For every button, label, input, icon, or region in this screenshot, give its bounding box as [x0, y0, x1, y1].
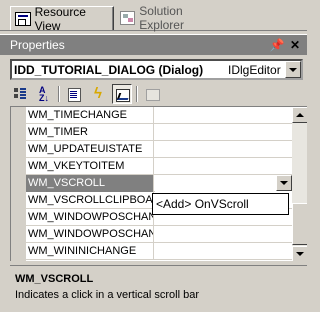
properties-panel-header: Properties 📌 ✕: [0, 34, 307, 55]
alphabetical-icon[interactable]: A Z↓: [34, 84, 54, 104]
scroll-up-button[interactable]: [292, 107, 307, 123]
properties-icon[interactable]: [64, 84, 84, 104]
value-dropdown-button[interactable]: [276, 175, 292, 191]
grid-row[interactable]: WM_WINDOWPOSCHANGING: [26, 226, 292, 243]
dropdown-option-add-handler[interactable]: <Add> OnVScroll: [156, 197, 249, 211]
resource-view-icon: [15, 11, 31, 26]
description-text: Indicates a click in a vertical scroll b…: [15, 289, 200, 301]
object-selector-dropdown-button[interactable]: [285, 61, 301, 78]
chevron-down-icon: [280, 181, 288, 185]
grid-margin: [11, 107, 26, 261]
tab-solution-explorer-label: Solution Explorer: [139, 4, 184, 32]
property-grid: WM_TIMECHANGE WM_TIMER WM_UPDATEUISTATE …: [10, 106, 307, 261]
grid-row-value[interactable]: [155, 243, 292, 260]
events-icon[interactable]: ϟ: [88, 84, 108, 104]
grid-row-value[interactable]: [155, 124, 292, 141]
grid-row[interactable]: WM_VKEYTOITEM: [26, 158, 292, 175]
grid-row[interactable]: WM_WININICHANGE: [26, 243, 292, 260]
panel-title: Properties: [10, 38, 65, 52]
grid-row-value[interactable]: [155, 226, 292, 243]
grid-row-value[interactable]: [155, 158, 292, 175]
grid-row-value[interactable]: [155, 175, 292, 192]
toolbar-separator: [136, 85, 138, 102]
grid-row-name: WM_VSCROLLCLIPBOARD: [26, 192, 154, 209]
object-selector[interactable]: IDD_TUTORIAL_DIALOG (Dialog) IDlgEditor: [10, 59, 303, 80]
tab-resource-view-label: Resource View: [34, 4, 86, 33]
chevron-down-icon: [296, 252, 304, 256]
tab-solution-explorer[interactable]: Solution Explorer: [116, 4, 226, 32]
grid-row[interactable]: WM_UPDATEUISTATE: [26, 141, 292, 158]
properties-toolbar: A Z↓ ϟ: [10, 83, 307, 104]
grid-row-name: WM_WININICHANGE: [26, 243, 154, 260]
close-icon[interactable]: ✕: [287, 37, 303, 52]
grid-row-value[interactable]: [155, 141, 292, 158]
grid-row-name: WM_VKEYTOITEM: [26, 158, 154, 175]
grid-row-name: WM_WINDOWPOSCHANGED: [26, 209, 154, 226]
grid-row-name: WM_VSCROLL: [26, 175, 154, 192]
categorized-icon[interactable]: [10, 84, 30, 104]
description-pane: WM_VSCROLL Indicates a click in a vertic…: [10, 265, 307, 312]
grid-row[interactable]: WM_TIMER: [26, 124, 292, 141]
vertical-scrollbar[interactable]: [292, 107, 307, 261]
messages-icon[interactable]: [112, 83, 132, 104]
tab-strip: Resource View Solution Explorer: [0, 0, 307, 33]
scroll-thumb[interactable]: [292, 203, 307, 245]
scroll-down-button[interactable]: [292, 246, 307, 261]
toolbar-separator: [58, 85, 60, 102]
grid-row-name: WM_TIMER: [26, 124, 154, 141]
solution-explorer-icon: [120, 11, 136, 25]
grid-row-name: WM_UPDATEUISTATE: [26, 141, 154, 158]
chevron-up-icon: [296, 113, 304, 117]
grid-row-name: WM_WINDOWPOSCHANGING: [26, 226, 154, 243]
grid-row-selected[interactable]: WM_VSCROLL: [26, 175, 292, 192]
tab-resource-view[interactable]: Resource View: [10, 4, 114, 33]
object-type: IDlgEditor: [228, 62, 281, 77]
grid-row-value[interactable]: [155, 107, 292, 124]
grid-row-name: WM_TIMECHANGE: [26, 107, 154, 124]
chevron-down-icon: [289, 67, 297, 72]
grid-row[interactable]: WM_TIMECHANGE: [26, 107, 292, 124]
overrides-icon[interactable]: [142, 84, 162, 104]
object-name: IDD_TUTORIAL_DIALOG (Dialog): [14, 62, 204, 77]
handler-dropdown-list[interactable]: <Add> OnVScroll: [152, 193, 289, 215]
description-title: WM_VSCROLL: [15, 273, 94, 285]
pin-icon[interactable]: 📌: [269, 37, 285, 52]
